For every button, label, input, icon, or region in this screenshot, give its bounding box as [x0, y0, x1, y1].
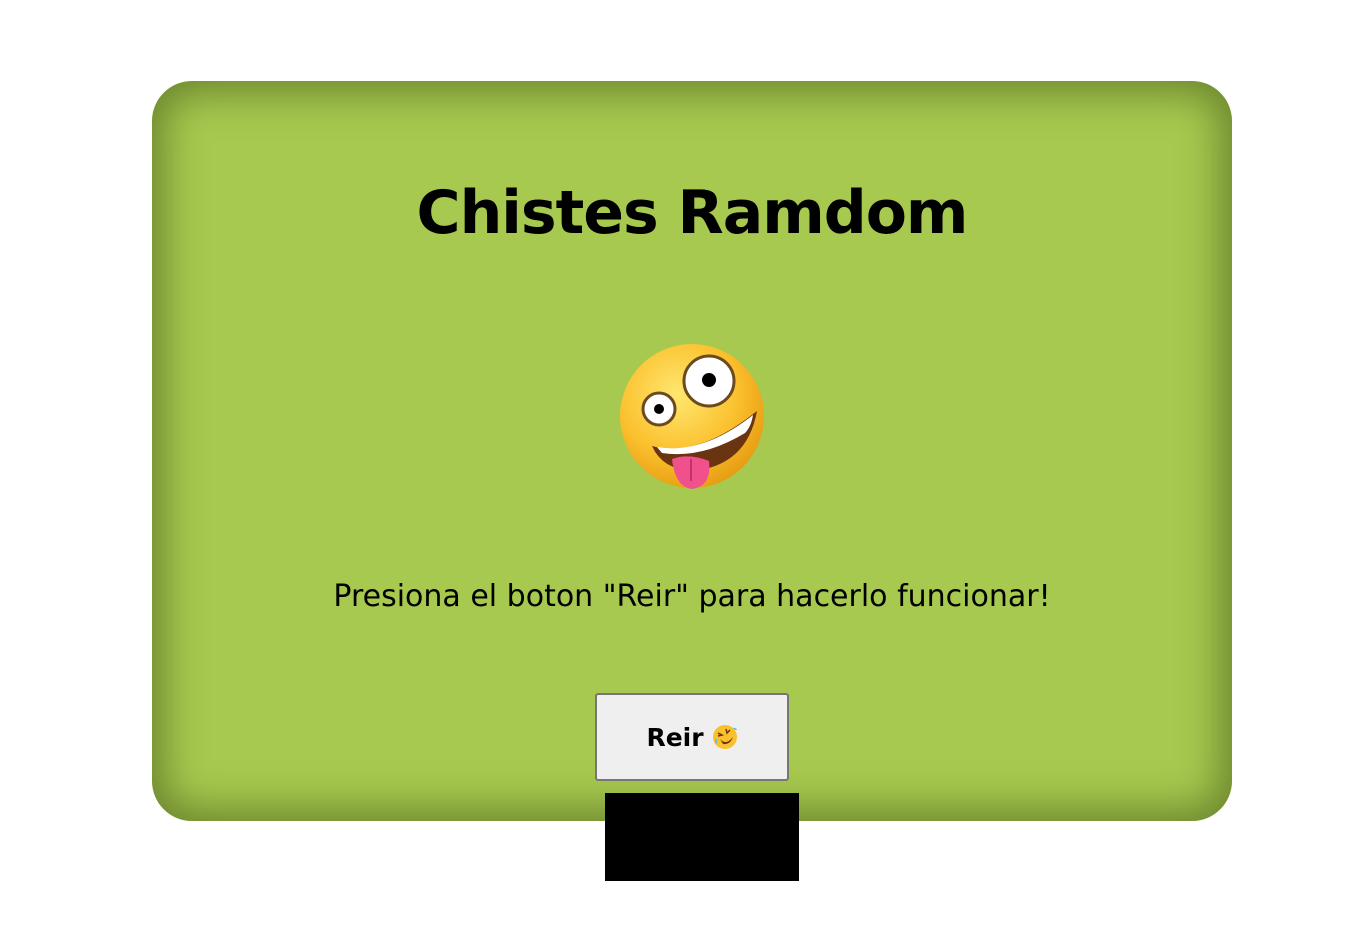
- rolling-on-floor-laughing-icon: [712, 725, 737, 749]
- redaction-box: [605, 793, 799, 881]
- reir-button-label: Reir: [646, 722, 704, 752]
- page-title: Chistes Ramdom: [416, 178, 969, 248]
- page: Chistes Ramdom Presiona el boton "Reir" …: [0, 0, 1362, 932]
- instructions-text: Presiona el boton "Reir" para hacerlo fu…: [333, 579, 1051, 614]
- joke-card: Chistes Ramdom Presiona el boton "Reir" …: [152, 81, 1232, 821]
- reir-button[interactable]: Reir: [595, 693, 789, 781]
- zany-face-icon: [620, 344, 764, 489]
